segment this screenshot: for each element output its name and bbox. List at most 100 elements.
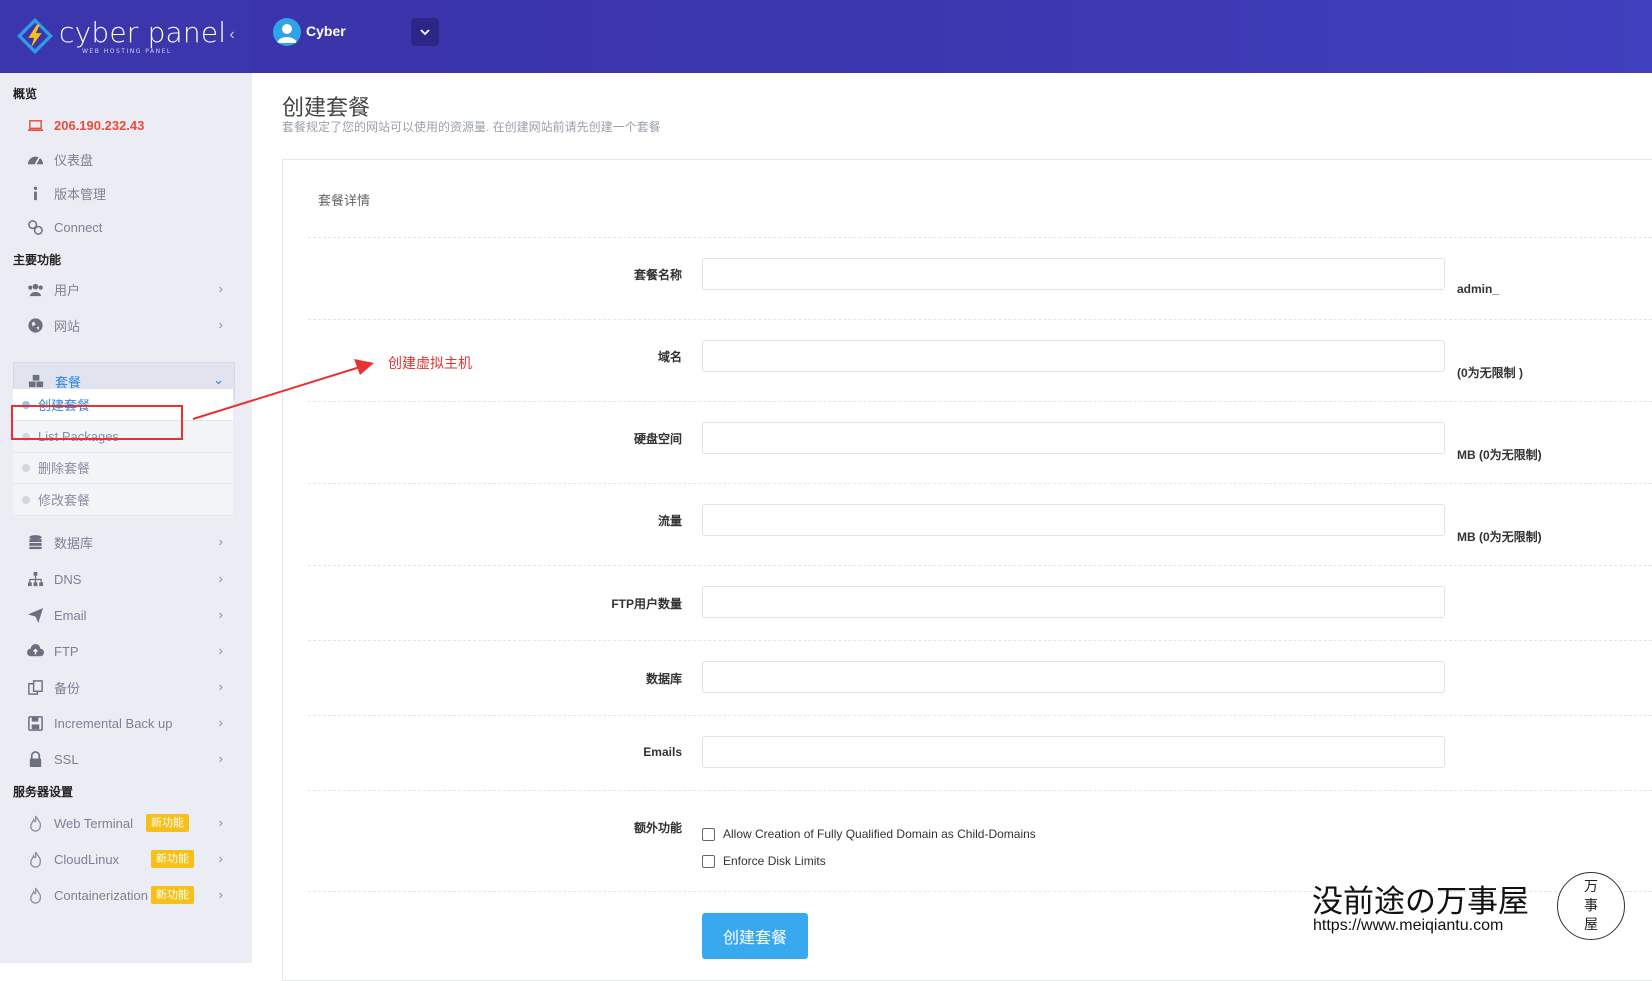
divider [308,640,1652,641]
divider [308,401,1652,402]
info-icon [24,183,46,203]
section-server-title: 服务器设置 [13,785,74,799]
user-name[interactable]: Cyber [306,23,346,39]
copy-icon [24,677,46,697]
sidebar-ssl-label: SSL [54,751,79,767]
extra-features-label: 额外功能 [633,821,682,835]
watermark-text: 没前途の万事屋 [1312,884,1529,920]
brand-area: cyber panel WEB HOSTING PANEL ‹ [0,0,252,73]
globe-icon [24,315,46,335]
sidebar-incremental-backup-label: Incremental Back up [54,715,173,731]
sidebar-item-databases[interactable]: 数据库 › [13,525,233,559]
bandwidth-input[interactable] [702,504,1445,536]
sidebar-item-ftp[interactable]: FTP › [13,634,233,668]
emails-input[interactable] [702,736,1445,768]
sidebar-cloudlinux-label: CloudLinux [54,851,120,867]
emails-label: Emails [643,745,682,759]
section-main-title: 主要功能 [13,253,62,267]
sidebar-item-backup[interactable]: 备份 › [13,670,233,704]
bandwidth-hint: MB (0为无限制) [1457,530,1542,544]
enforce-disk-limits-checkbox-row[interactable]: Enforce Disk Limits [702,854,826,868]
link-icon [24,217,46,237]
annotation-arrow-icon [192,359,374,420]
ftp-accounts-input[interactable] [702,586,1445,618]
sidebar-websites-label: 网站 [54,318,81,334]
package-name-label: 套餐名称 [633,268,682,282]
new-feature-badge: 新功能 [146,814,189,832]
divider [308,790,1652,791]
cubes-icon [25,371,47,391]
new-feature-badge: 新功能 [151,850,195,868]
sidebar-item-dns[interactable]: DNS › [13,562,233,596]
sidebar-item-cloudlinux[interactable]: CloudLinux 新功能 › [13,842,233,876]
chevron-right-icon: › [218,851,223,866]
chevron-right-icon: › [218,715,223,730]
sidebar-item-dashboard[interactable]: 仪表盘 [13,142,233,176]
dashboard-gauge-icon [24,149,46,169]
card-title: 套餐详情 [318,193,371,208]
domains-input[interactable] [702,340,1445,372]
sidebar-item-email[interactable]: Email › [13,598,233,632]
package-name-input[interactable] [702,258,1445,290]
bandwidth-label: 流量 [657,514,682,528]
databases-label: 数据库 [645,672,682,686]
disk-space-label: 硬盘空间 [633,432,682,446]
sidebar-item-connect[interactable]: Connect [13,210,233,244]
users-icon [24,279,46,299]
bullet-icon [22,463,30,472]
databases-input[interactable] [702,661,1445,693]
sidebar-web-terminal-label: Web Terminal [54,815,133,831]
create-package-button[interactable]: 创建套餐 [702,913,808,959]
seal-char: 屋 [1584,916,1598,933]
database-icon [24,532,46,552]
brand-name: cyber panel [59,16,227,49]
section-overview-title: 概览 [13,87,38,101]
fire-icon [24,813,46,833]
allow-fqdn-checkbox[interactable] [702,827,715,841]
submenu-item-delete-package[interactable]: 删除套餐 [13,452,233,484]
watermark-url: https://www.meiqiantu.com [1313,917,1504,934]
chevron-right-icon: › [218,607,223,622]
save-floppy-icon [24,713,46,733]
sidebar-email-label: Email [54,607,87,623]
sidebar-databases-label: 数据库 [54,535,94,551]
sidebar-item-users[interactable]: 用户 › [13,272,233,306]
chevron-right-icon: › [218,534,223,549]
allow-fqdn-label: Allow Creation of Fully Qualified Domain… [723,827,1036,841]
sidebar-item-containerization[interactable]: Containerization 新功能 › [13,878,233,912]
brand-tagline: WEB HOSTING PANEL [82,48,172,55]
sidebar-item-websites[interactable]: 网站 › [13,308,233,342]
sidebar: 概览 206.190.232.43 仪表盘 版本管理 Connect 主要功能 … [0,73,252,963]
chevron-right-icon: › [218,679,223,694]
sidebar-item-ip[interactable]: 206.190.232.43 [13,108,233,142]
sidebar-item-incremental-backup[interactable]: Incremental Back up › [13,706,233,740]
sidebar-item-ssl[interactable]: SSL › [13,742,233,776]
sidebar-item-web-terminal[interactable]: Web Terminal 新功能 › [13,806,233,840]
watermark-seal: 万 事 屋 [1557,872,1625,940]
seal-char: 事 [1584,897,1598,914]
disk-space-input[interactable] [702,422,1445,454]
allow-fqdn-checkbox-row[interactable]: Allow Creation of Fully Qualified Domain… [702,827,1036,841]
sidebar-dns-label: DNS [54,571,82,587]
disk-space-hint: MB (0为无限制) [1457,448,1542,462]
sidebar-ip-label: 206.190.232.43 [54,117,145,133]
user-dropdown-chevron-down-icon[interactable] [411,18,439,46]
new-feature-badge: 新功能 [150,886,194,904]
ftp-accounts-label: FTP用户数量 [611,597,682,611]
user-avatar-icon[interactable] [273,18,301,46]
divider [308,715,1652,716]
package-name-prefix-hint: admin_ [1457,282,1500,296]
enforce-disk-limits-checkbox[interactable] [702,854,715,868]
paper-plane-icon [24,605,46,625]
submenu-item-modify-package[interactable]: 修改套餐 [13,484,233,516]
chevron-right-icon: › [218,317,223,332]
sidebar-collapse-chevron-left-icon[interactable]: ‹ [224,26,240,44]
sitemap-icon [24,569,46,589]
cyberpanel-logo-icon [16,17,54,55]
fire-icon [24,849,46,869]
sidebar-item-version[interactable]: 版本管理 [13,176,233,210]
domains-label: 域名 [657,350,682,364]
submenu-delete-label: 删除套餐 [38,461,91,476]
annotation-label: 创建虚拟主机 [388,355,472,371]
seal-char: 万 [1584,878,1598,895]
